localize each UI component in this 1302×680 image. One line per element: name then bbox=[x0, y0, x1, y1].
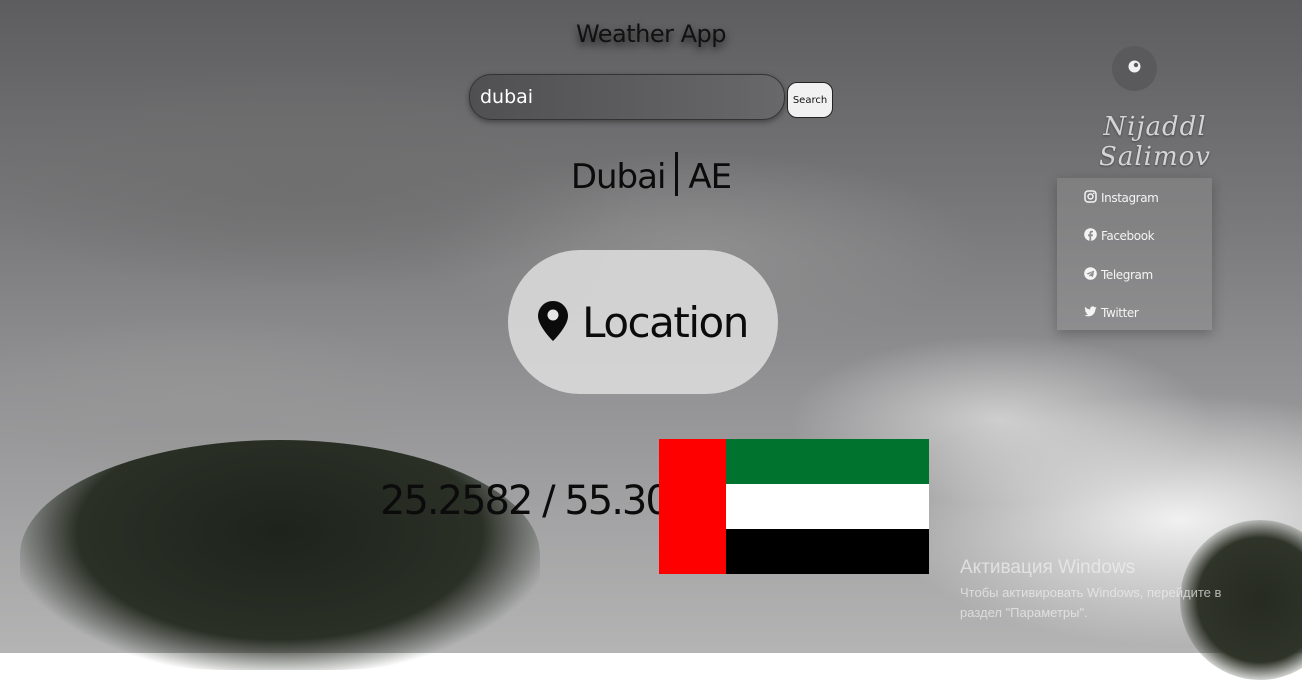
tree-silhouette bbox=[20, 440, 540, 670]
search-input[interactable] bbox=[469, 74, 785, 120]
social-label-instagram: Instagram bbox=[1101, 191, 1159, 205]
app-title: Weather App bbox=[575, 20, 727, 48]
windows-activation-watermark: Активация Windows Чтобы активировать Win… bbox=[960, 557, 1221, 623]
map-pin-icon bbox=[538, 300, 569, 344]
coordinates: 25.2582 / 55.3047 bbox=[380, 478, 718, 524]
activation-line-2: раздел "Параметры". bbox=[960, 605, 1088, 620]
signature: Nijaddl Salimov bbox=[1099, 112, 1211, 172]
flag-black-stripe bbox=[726, 529, 929, 574]
social-label-telegram: Telegram bbox=[1101, 268, 1153, 282]
country-code: AE bbox=[688, 157, 732, 197]
activation-title: Активация Windows bbox=[960, 557, 1136, 578]
avatar-button[interactable] bbox=[1112, 46, 1157, 91]
social-link-instagram[interactable]: Instagram bbox=[1084, 190, 1159, 206]
social-label-twitter: Twitter bbox=[1101, 306, 1139, 320]
telegram-icon bbox=[1084, 267, 1097, 283]
social-link-facebook[interactable]: Facebook bbox=[1084, 228, 1155, 244]
avatar-icon bbox=[1128, 60, 1141, 78]
social-link-telegram[interactable]: Telegram bbox=[1084, 267, 1153, 283]
social-link-twitter[interactable]: Twitter bbox=[1084, 305, 1139, 321]
facebook-icon bbox=[1084, 228, 1097, 244]
social-label-facebook: Facebook bbox=[1101, 229, 1155, 243]
search-button[interactable]: Search bbox=[787, 82, 833, 118]
country-flag bbox=[659, 439, 929, 574]
activation-line-1: Чтобы активировать Windows, перейдите в bbox=[960, 585, 1222, 600]
instagram-icon bbox=[1084, 190, 1097, 206]
flag-green-stripe bbox=[726, 439, 929, 484]
location-label: Location bbox=[582, 297, 749, 347]
location-button[interactable]: Location bbox=[508, 250, 778, 394]
flag-white-stripe bbox=[726, 484, 929, 529]
social-links-panel: Instagram Facebook Telegram Twitter bbox=[1057, 178, 1212, 330]
twitter-icon bbox=[1084, 305, 1097, 321]
flag-red-band bbox=[659, 439, 726, 574]
city-separator bbox=[675, 152, 679, 196]
city-name: Dubai bbox=[570, 157, 667, 197]
